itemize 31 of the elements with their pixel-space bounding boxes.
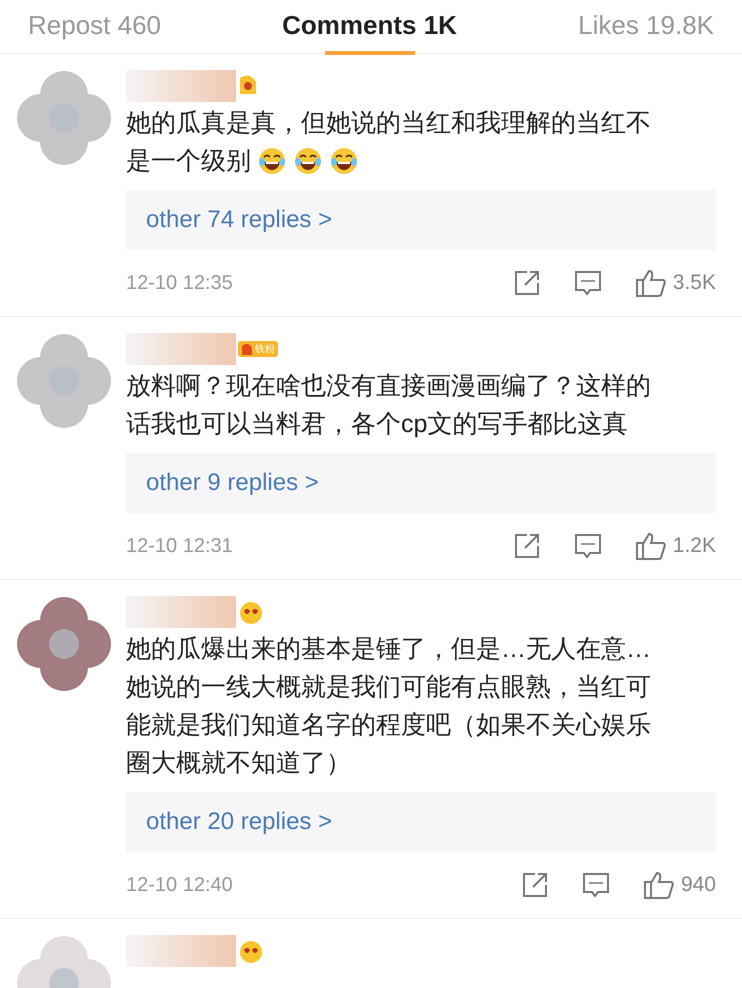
thumbs-up-icon[interactable] — [642, 870, 675, 900]
like-count: 1.2K — [672, 534, 716, 558]
comment-text: 放料啊？现在啥也没有直接画漫画编了？这样的话我也可以当料君，各个cp文的写手都比这真 — [126, 372, 651, 438]
comment-icon[interactable] — [572, 268, 603, 298]
emoji-badge-icon — [238, 599, 264, 625]
share-icon[interactable] — [512, 269, 541, 297]
comment-time: 12-10 12:35 — [126, 272, 234, 294]
comment-time: 12-10 12:31 — [126, 534, 234, 558]
share-icon[interactable] — [512, 532, 541, 560]
fan-badge: 铁粉 — [238, 341, 278, 357]
comment-time: 12-10 12:40 — [126, 874, 234, 896]
laughing-emoji-icon — [329, 146, 359, 176]
thumbs-up-icon[interactable] — [634, 268, 667, 298]
laughing-emoji-icon — [293, 146, 323, 176]
comment-text: 她的瓜真是真，但她说的当红和我理解的当红不 — [126, 108, 651, 139]
tab[interactable]: Repost 460 — [28, 10, 161, 51]
thumbs-up-icon[interactable] — [634, 531, 667, 561]
like-count: 3.5K — [672, 271, 716, 295]
avatar[interactable] — [14, 594, 114, 694]
laughing-emoji-icon — [257, 146, 287, 176]
tab[interactable]: Likes 19.8K — [578, 10, 714, 51]
comment-icon[interactable] — [580, 870, 611, 900]
replies-link[interactable]: other 20 replies > — [146, 808, 332, 836]
comment-text: 是一个级别 — [126, 146, 251, 177]
share-icon[interactable] — [520, 871, 549, 899]
comment-text: 她的瓜爆出来的基本是锤了，但是…无人在意…她说的一线大概就是我们可能有点眼熟，当红可能就是我们知道名字的程度吧（如果不关心娱乐圈大概就不知道了） — [126, 635, 651, 777]
like-count: 940 — [680, 873, 716, 897]
comment-icon[interactable] — [572, 531, 603, 561]
replies-link[interactable]: other 74 replies > — [146, 206, 332, 234]
replies-link[interactable]: other 9 replies > — [146, 469, 319, 497]
emoji-badge-icon — [238, 938, 264, 964]
